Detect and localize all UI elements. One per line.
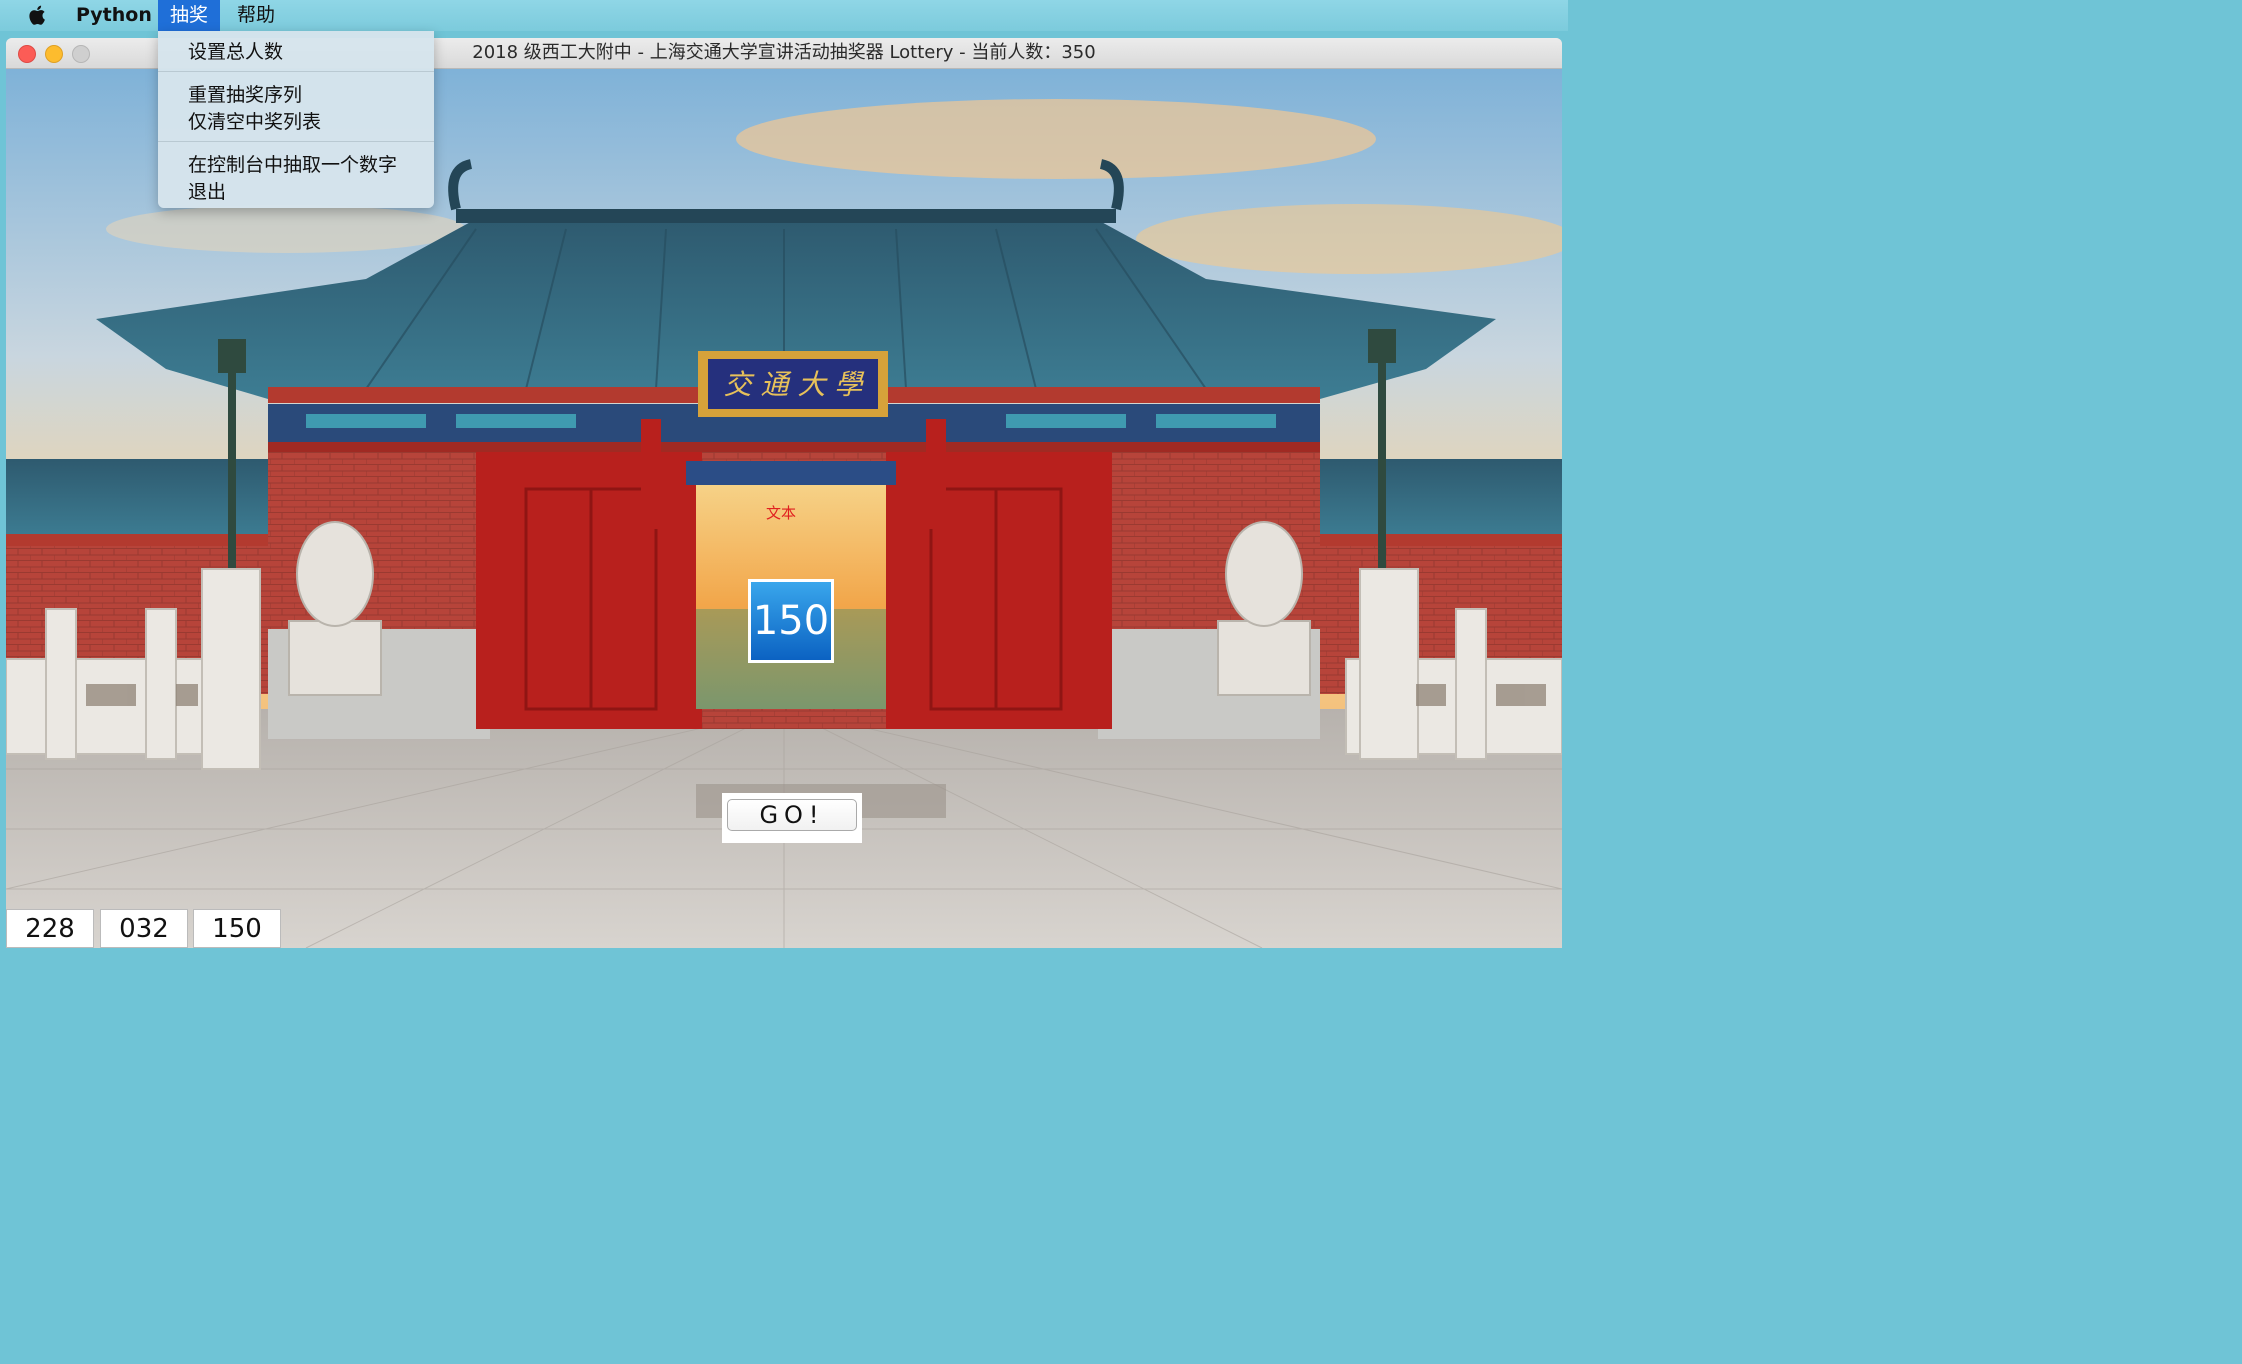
menu-help[interactable]: 帮助 — [225, 0, 287, 31]
menu-lottery[interactable]: 抽奖 — [158, 0, 221, 31]
menu-item-set-total[interactable]: 设置总人数 — [188, 37, 283, 64]
go-button[interactable]: GO! — [727, 799, 857, 831]
apple-icon[interactable] — [26, 3, 50, 27]
winner-number: 150 — [193, 909, 281, 948]
menu-app-name[interactable]: Python — [64, 0, 164, 31]
winner-number: 032 — [100, 909, 188, 948]
menu-item-clear-winners[interactable]: 仅清空中奖列表 — [188, 107, 321, 134]
menu-item-reset-sequence[interactable]: 重置抽奖序列 — [188, 80, 302, 107]
gate-plaque-text: 交 通 大 學 — [724, 368, 866, 401]
go-button-frame: GO! — [722, 793, 862, 843]
lottery-dropdown-menu: 设置总人数 重置抽奖序列 仅清空中奖列表 在控制台中抽取一个数字 退出 — [158, 31, 434, 208]
canvas-text-label: 文本 — [766, 504, 797, 522]
menu-bar: Python 抽奖 帮助 — [0, 0, 1568, 31]
winner-number: 228 — [6, 909, 94, 948]
menu-separator — [158, 71, 434, 72]
menu-separator — [158, 141, 434, 142]
menu-item-draw-in-console[interactable]: 在控制台中抽取一个数字 — [188, 150, 397, 177]
current-number-display: 150 — [748, 579, 834, 663]
menu-item-quit[interactable]: 退出 — [188, 177, 226, 204]
